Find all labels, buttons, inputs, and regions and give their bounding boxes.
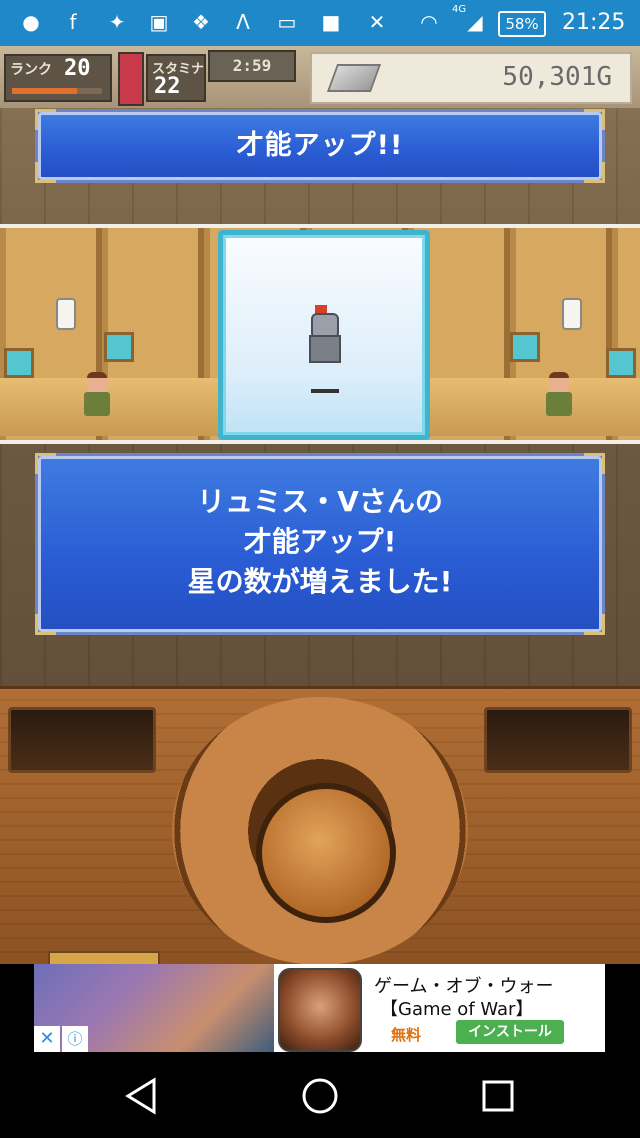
image-icon: ▣	[149, 10, 169, 34]
banner-corner	[584, 162, 605, 183]
install-button[interactable]: インストール	[456, 1020, 564, 1044]
messages-icon: ●	[22, 10, 40, 34]
silver-bar-icon	[326, 64, 382, 92]
stamina-timer: 2:59	[208, 50, 296, 82]
ad-banner[interactable]: ✕ ⓘ ゲーム・オブ・ウォー 【Game of War】 無料 インストール	[34, 964, 605, 1052]
sprite-shadow	[311, 389, 339, 393]
lamp-icon	[56, 298, 76, 330]
navigation-bar	[0, 1052, 640, 1138]
dpad-center-button[interactable]	[256, 783, 396, 923]
ad-info-icon[interactable]: ⓘ	[62, 1026, 88, 1052]
wifi-icon: ◠	[420, 10, 438, 34]
banner-corner	[35, 614, 56, 635]
square-app-icon: ■	[321, 10, 341, 34]
rank-value: 20	[64, 56, 91, 81]
signal-icon: ◢	[467, 10, 483, 34]
clock: 21:25	[562, 10, 626, 35]
window-icon	[606, 348, 636, 378]
character-portrait-card	[218, 230, 430, 440]
stamina-panel: スタミナ 22	[146, 54, 206, 102]
facebook-icon: f	[69, 10, 77, 34]
ad-subtitle: 【Game of War】	[380, 999, 534, 1020]
bird-icon: ❖	[192, 10, 210, 34]
window-icon	[4, 348, 34, 378]
gold-amount: 50,301G	[502, 62, 612, 92]
recent-apps-icon[interactable]	[478, 1076, 518, 1116]
banner-corner	[35, 109, 56, 130]
talent-up-banner: 才能アップ!!	[35, 109, 605, 183]
message-line: リュミス・Vさんの	[197, 485, 443, 518]
rank-label: ランク	[10, 62, 52, 78]
banner-corner	[584, 453, 605, 474]
ad-price-label: 無料	[391, 1026, 422, 1044]
rank-panel: ランク 20	[4, 54, 112, 102]
banner-corner	[35, 162, 56, 183]
window-icon	[510, 332, 540, 362]
stamina-gauge	[118, 52, 144, 106]
banner-corner	[584, 614, 605, 635]
mute-icon: ✕	[368, 10, 386, 34]
battery-indicator: 58%	[498, 11, 546, 37]
rank-progress-fill	[12, 88, 77, 94]
banner-corner	[35, 453, 56, 474]
back-icon[interactable]	[122, 1076, 162, 1116]
hud-bar: ランク 20 スタミナ 22 2:59 50,301G	[0, 46, 640, 108]
message-box[interactable]: リュミス・Vさんの 才能アップ! 星の数が増えました!	[35, 453, 605, 635]
ad-close-icon[interactable]: ✕	[34, 1026, 60, 1052]
panel-tab[interactable]	[48, 951, 160, 964]
message-line: 才能アップ!	[243, 525, 397, 558]
banner-corner	[584, 109, 605, 130]
lamp-icon	[562, 298, 582, 330]
control-panel	[0, 686, 640, 964]
game-app-icon[interactable]	[278, 968, 362, 1052]
rank-progress-bar	[12, 88, 102, 94]
knight-sprite	[307, 305, 341, 363]
character-sprite-right	[544, 372, 574, 418]
home-icon[interactable]	[300, 1076, 340, 1116]
window-icon	[104, 332, 134, 362]
game-screen[interactable]: ランク 20 スタミナ 22 2:59 50,301G 才能アップ!! リュミス…	[0, 46, 640, 964]
tv-icon: ▭	[277, 10, 297, 34]
right-slot	[484, 707, 632, 773]
alpha-icon: Λ	[236, 10, 250, 34]
gold-panel: 50,301G	[310, 52, 632, 104]
banner-title: 才能アップ!!	[236, 130, 404, 161]
left-slot	[8, 707, 156, 773]
character-sprite-left	[82, 372, 112, 418]
app-icon: ✦	[108, 10, 126, 34]
status-bar: ● f ✦ ▣ ❖ Λ ▭ ■ ✕ ◠ 4G ◢ 58% 21:25	[0, 0, 640, 46]
message-line: 星の数が増えました!	[187, 565, 453, 598]
stamina-value: 22	[154, 74, 181, 99]
